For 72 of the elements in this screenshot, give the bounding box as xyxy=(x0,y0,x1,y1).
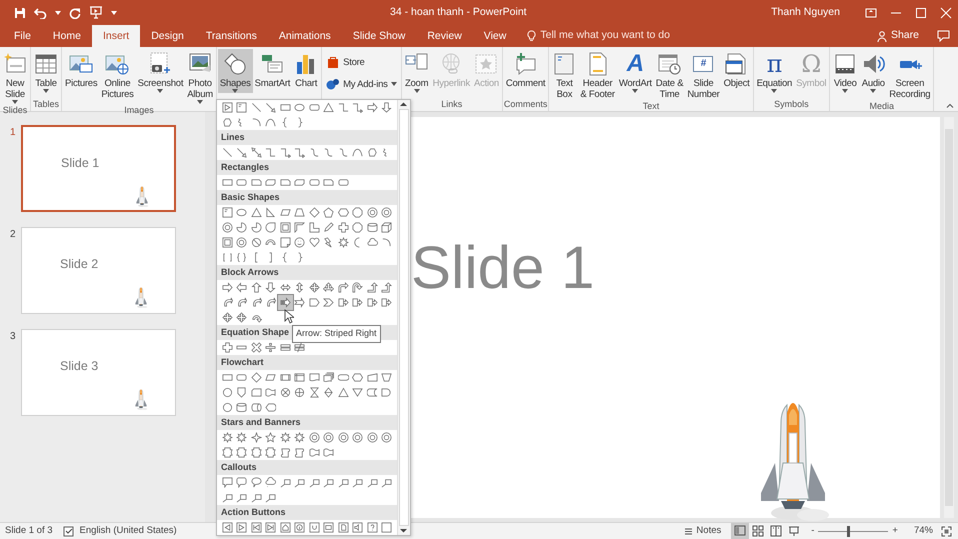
section-header: Stars and Banners xyxy=(217,415,397,430)
section-header: Action Buttons xyxy=(217,505,397,520)
zoom-level[interactable]: 74% xyxy=(914,524,933,538)
tooltip: Arrow: Striped Right xyxy=(292,325,381,342)
pictures-button[interactable]: Pictures xyxy=(63,49,100,89)
object-button[interactable]: Object xyxy=(722,49,752,89)
window-title: 34 - hoan thanh - PowerPoint xyxy=(390,4,528,20)
slide-number: 1 xyxy=(10,126,17,140)
ribbon-tab[interactable]: Animations xyxy=(268,25,342,47)
slide-thumbnail[interactable]: Slide 2 xyxy=(21,227,176,314)
ribbon-tab[interactable]: Review xyxy=(416,25,473,47)
section-header: Block Arrows xyxy=(217,265,397,280)
date-time-button[interactable]: Date & Time xyxy=(654,49,686,100)
equation-button[interactable]: π Equation xyxy=(754,49,794,93)
slide-thumbnail[interactable]: Slide 3 xyxy=(21,329,176,416)
omega-icon: Ω xyxy=(801,51,822,77)
zoom-out-button[interactable]: - xyxy=(811,524,814,538)
pi-icon: π xyxy=(766,51,782,77)
screenshot-button[interactable]: Screenshot xyxy=(136,49,186,93)
shapes-button[interactable]: Shapes xyxy=(218,49,253,93)
slide-title: Slide 2 xyxy=(60,256,98,273)
group-label: Media xyxy=(870,100,894,112)
slide-title: Slide 3 xyxy=(60,358,98,375)
table-button[interactable]: Table xyxy=(32,49,60,93)
addins-button[interactable]: My Add-ins xyxy=(323,75,400,93)
ribbon-tab[interactable]: Transitions xyxy=(194,25,268,47)
slide-counter: Slide 1 of 3 xyxy=(5,524,53,538)
ribbon-tab[interactable]: View xyxy=(472,25,518,47)
ribbon-tab[interactable]: Slide Show xyxy=(342,25,416,47)
wordart-button[interactable]: A WordArt xyxy=(616,49,654,93)
group-label: Tables xyxy=(32,98,59,111)
section-header: Flowchart xyxy=(217,355,397,370)
smartart-button[interactable]: SmartArt xyxy=(252,49,292,89)
new-slide-button[interactable]: New Slide xyxy=(1,49,29,104)
slide-number: 3 xyxy=(10,330,17,344)
slide-number: 2 xyxy=(10,228,17,242)
slide-number-button[interactable]: # Slide Number xyxy=(685,49,722,100)
language-label[interactable]: English (United States) xyxy=(80,524,177,538)
group-label: Links xyxy=(441,98,462,111)
zoom-button[interactable]: Zoom xyxy=(402,49,431,93)
group-label: Slides xyxy=(2,104,28,116)
share-button[interactable]: Share xyxy=(870,25,925,47)
ribbon-tab[interactable]: Home xyxy=(42,25,92,47)
ribbon-tab[interactable]: Design xyxy=(140,25,195,47)
chart-button[interactable]: Chart xyxy=(292,49,320,89)
screen-recording-button[interactable]: Screen Recording xyxy=(887,49,932,100)
slide-thumbnail[interactable]: Slide 1 xyxy=(21,125,176,212)
section-header: Callouts xyxy=(217,460,397,475)
section-header: Basic Shapes xyxy=(217,190,397,205)
comment-button[interactable]: Comment xyxy=(504,49,548,89)
ribbon-tab[interactable]: Insert xyxy=(92,25,140,47)
video-button[interactable]: Video xyxy=(831,49,860,93)
section-header: Rectangles xyxy=(217,160,397,175)
ribbon-tab[interactable]: File xyxy=(3,25,42,47)
user-name[interactable]: Thanh Nguyen xyxy=(771,4,840,20)
tell-me-field[interactable]: Tell me what you want to do xyxy=(523,25,674,47)
slide-title: Slide 1 xyxy=(61,155,100,172)
textbox-button[interactable]: Text Box xyxy=(550,49,578,100)
group-label: Text xyxy=(642,100,660,112)
photo-album-button[interactable]: Photo Album xyxy=(185,49,215,104)
header-footer-button[interactable]: Header & Footer xyxy=(578,49,617,100)
letter-icon: A xyxy=(626,51,644,77)
group-label: Symbols xyxy=(774,98,809,111)
number-sign-icon: # xyxy=(693,56,714,72)
group-label: Comments xyxy=(504,98,548,111)
section-header: Lines xyxy=(217,130,397,145)
zoom-in-button[interactable]: + xyxy=(892,524,898,538)
group-label: Images xyxy=(124,104,154,116)
store-button[interactable]: Store xyxy=(323,53,368,71)
notes-button[interactable]: Notes xyxy=(684,523,722,539)
audio-button[interactable]: Audio xyxy=(859,49,888,93)
online-pictures-button[interactable]: Online Pictures xyxy=(99,49,136,100)
